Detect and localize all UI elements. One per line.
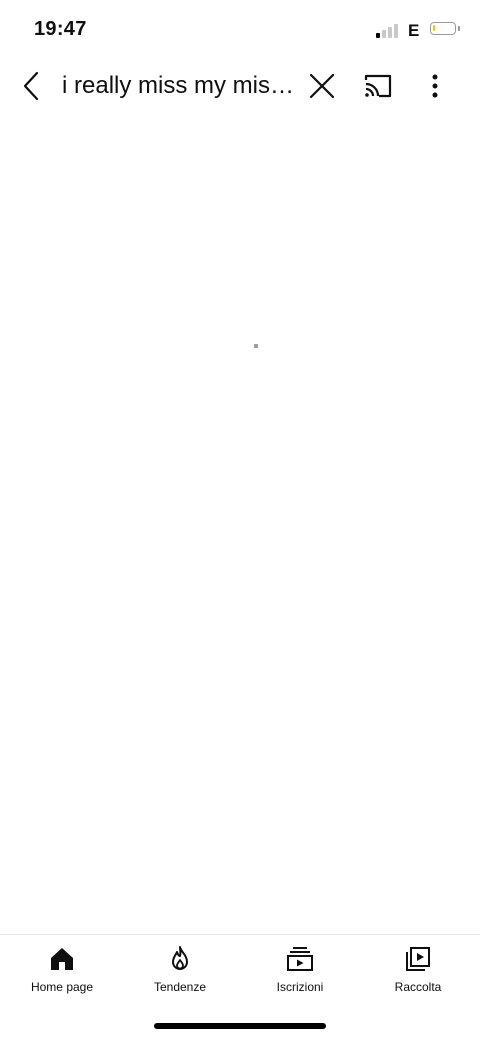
nav-item-home[interactable]: Home page — [2, 943, 122, 1003]
loading-spinner-icon — [254, 344, 258, 348]
chevron-left-icon — [23, 71, 39, 101]
nav-label-subscriptions: Iscrizioni — [276, 980, 324, 994]
status-bar: 19:47 E — [0, 0, 480, 60]
nav-item-subscriptions[interactable]: Iscrizioni — [240, 943, 360, 1003]
back-button[interactable] — [14, 68, 50, 104]
clear-search-button[interactable] — [304, 68, 340, 104]
search-query[interactable]: i really miss my mis… — [62, 72, 294, 100]
more-options-button[interactable] — [418, 68, 452, 104]
network-type: E — [408, 21, 420, 40]
cast-button[interactable] — [360, 68, 396, 104]
signal-strength-icon — [376, 22, 400, 38]
battery-level — [433, 25, 435, 31]
home-indicator[interactable] — [154, 1023, 326, 1029]
status-time: 19:47 — [34, 18, 87, 40]
flame-icon — [166, 945, 194, 973]
bottom-navigation: Home page Tendenze Iscrizioni Raccolta — [0, 934, 480, 1039]
library-icon — [404, 945, 432, 973]
search-results-area — [0, 112, 480, 934]
nav-item-trending[interactable]: Tendenze — [120, 943, 240, 1003]
search-header: i really miss my mis… — [0, 60, 480, 112]
nav-label-home: Home page — [30, 980, 94, 994]
more-vertical-icon — [432, 74, 438, 98]
nav-item-library[interactable]: Raccolta — [358, 943, 478, 1003]
home-icon — [48, 945, 76, 973]
subscriptions-icon — [286, 945, 314, 973]
nav-label-trending: Tendenze — [153, 980, 207, 994]
close-icon — [309, 73, 335, 99]
nav-label-library: Raccolta — [394, 980, 442, 994]
battery-icon — [430, 22, 460, 35]
cast-icon — [364, 74, 392, 98]
